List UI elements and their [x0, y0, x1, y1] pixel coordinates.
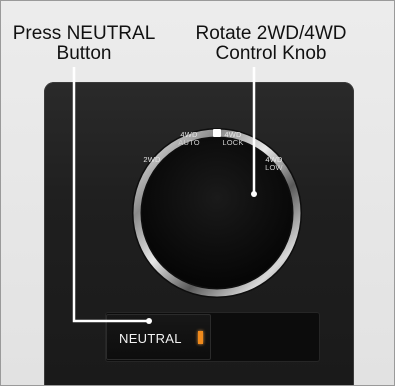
leader-lines — [72, 67, 257, 324]
neutral-leader-dot — [146, 318, 152, 324]
neutral-leader-line — [72, 67, 149, 323]
knob-leader-dot — [251, 191, 257, 197]
screenshot-frame: Press NEUTRAL Button Rotate 2WD/4WD Cont… — [0, 0, 395, 386]
